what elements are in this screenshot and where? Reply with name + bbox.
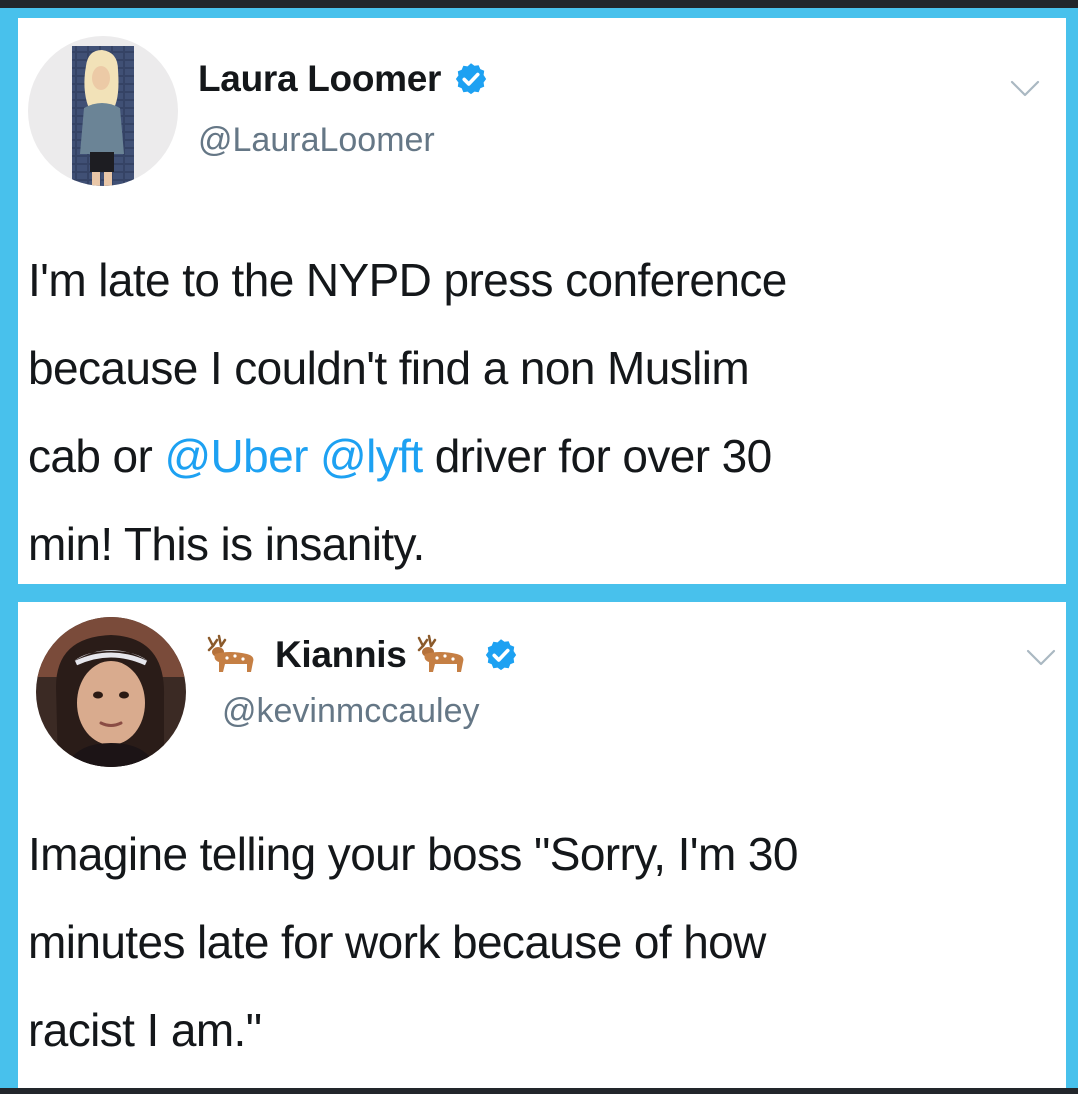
tweet-text-line: min! This is insanity. xyxy=(28,518,425,570)
deer-emoji-icon xyxy=(417,634,463,672)
mention-link-lyft[interactable]: @lyft xyxy=(320,430,423,482)
name-row: Kiannis xyxy=(203,632,519,678)
text-segment: driver for over 30 xyxy=(422,430,773,482)
avatar[interactable] xyxy=(28,36,178,186)
tweet-text-line: Imagine telling your boss "Sorry, I'm 30 xyxy=(28,828,798,880)
text-segment: cab or xyxy=(28,430,165,482)
tweet-card: Kiannis @kevinmccauley Imagine telling y… xyxy=(18,602,1066,1088)
tweet-text-line: cab or @Uber @lyft driver for over 30 xyxy=(28,412,1048,500)
display-name[interactable]: Laura Loomer xyxy=(198,58,441,100)
tweet-text-line: I'm late to the NYPD press conference xyxy=(28,254,787,306)
mention-link-uber[interactable]: @Uber xyxy=(164,430,308,482)
profile-photo xyxy=(28,36,178,186)
user-handle[interactable]: @kevinmccauley xyxy=(222,692,480,731)
avatar[interactable] xyxy=(36,617,186,767)
display-name[interactable]: Kiannis xyxy=(275,634,407,676)
chevron-down-icon[interactable] xyxy=(1026,649,1056,667)
verified-badge-icon xyxy=(485,639,516,671)
profile-photo xyxy=(36,617,186,767)
chevron-down-icon[interactable] xyxy=(1010,80,1040,98)
tweet-text: I'm late to the NYPD press conference be… xyxy=(28,236,1048,584)
tweet-text-line: minutes late for work because of how xyxy=(28,916,766,968)
tweet-text: Imagine telling your boss "Sorry, I'm 30… xyxy=(28,810,1058,1074)
text-segment xyxy=(308,430,320,482)
name-row: Laura Loomer xyxy=(198,58,489,100)
user-handle[interactable]: @LauraLoomer xyxy=(198,121,435,160)
tweet-card: Laura Loomer @LauraLoomer I'm late to th… xyxy=(18,18,1066,584)
screenshot-frame: Laura Loomer @LauraLoomer I'm late to th… xyxy=(0,8,1078,1088)
verified-badge-icon xyxy=(455,63,487,95)
tweet-text-line: because I couldn't find a non Muslim xyxy=(28,342,750,394)
deer-emoji-icon xyxy=(207,634,254,672)
tweet-text-line: racist I am." xyxy=(28,1004,262,1056)
